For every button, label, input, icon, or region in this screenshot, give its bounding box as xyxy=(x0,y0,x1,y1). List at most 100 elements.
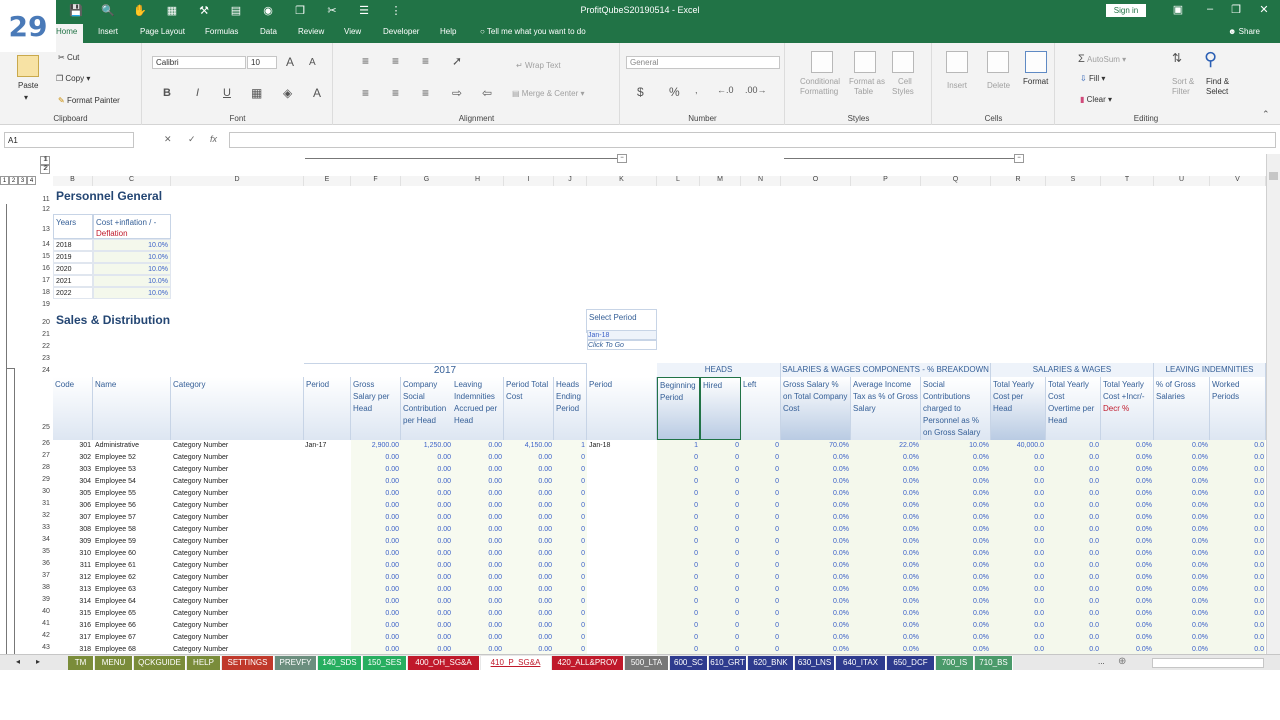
sheet-tab[interactable]: 400_OH_SG&A xyxy=(408,656,480,670)
insert-function-button[interactable]: fx xyxy=(210,134,217,144)
leaving-cell[interactable]: 0.00 xyxy=(452,608,504,620)
social-pct-cell[interactable]: 0.0% xyxy=(921,548,991,560)
code-cell[interactable]: 301 xyxy=(53,440,93,452)
left-cell[interactable]: 0 xyxy=(741,620,781,632)
worked-cell[interactable]: 0.0 xyxy=(1210,452,1266,464)
beginning-cell[interactable]: 0 xyxy=(657,632,700,644)
beginning-cell[interactable]: 0 xyxy=(657,596,700,608)
incr-cell[interactable]: 0.0% xyxy=(1101,512,1154,524)
format-as-table-icon[interactable] xyxy=(854,51,876,73)
left-cell[interactable]: 0 xyxy=(741,488,781,500)
find-label[interactable]: Find & xyxy=(1206,77,1229,86)
category-cell[interactable]: Category Number xyxy=(173,584,303,596)
format-button[interactable]: Format xyxy=(1023,77,1048,86)
hired-cell[interactable]: 0 xyxy=(700,584,741,596)
leaving-cell[interactable]: 0.00 xyxy=(452,584,504,596)
social-cell[interactable]: 0.00 xyxy=(401,452,453,464)
paste-dropdown-icon[interactable]: ▾ xyxy=(24,93,28,102)
worked-cell[interactable]: 0.0 xyxy=(1210,536,1266,548)
row-number[interactable]: 27 xyxy=(39,452,53,459)
beginning-cell[interactable]: 0 xyxy=(657,584,700,596)
gross-pct-cell[interactable]: 0.0% xyxy=(781,512,851,524)
indent-icon[interactable]: ⇨ xyxy=(452,86,462,100)
sign-in-button[interactable]: Sign in xyxy=(1106,4,1146,17)
column-header[interactable]: E xyxy=(304,176,351,186)
delete-cells-icon[interactable] xyxy=(987,51,1009,73)
social-cell[interactable]: 0.00 xyxy=(401,548,453,560)
yearly-cell[interactable]: 0.0 xyxy=(991,476,1046,488)
code-cell[interactable]: 304 xyxy=(53,476,93,488)
total-cell[interactable]: 0.00 xyxy=(504,464,554,476)
tab-page-layout[interactable]: Page Layout xyxy=(140,27,185,36)
column-header[interactable]: B xyxy=(53,176,93,186)
hired-cell[interactable]: 0 xyxy=(700,644,741,654)
beginning-cell[interactable]: 0 xyxy=(657,500,700,512)
incr-cell[interactable]: 0.0% xyxy=(1101,536,1154,548)
code-cell[interactable]: 312 xyxy=(53,572,93,584)
social-pct-cell[interactable]: 0.0% xyxy=(921,488,991,500)
sheet-tab[interactable]: 700_IS xyxy=(936,656,974,670)
gross-cell[interactable]: 0.00 xyxy=(351,464,401,476)
left-cell[interactable]: 0 xyxy=(741,572,781,584)
row-number[interactable]: 1 xyxy=(39,156,53,163)
gross-cell[interactable]: 0.00 xyxy=(351,524,401,536)
leaving-cell[interactable]: 0.00 xyxy=(452,512,504,524)
category-cell[interactable]: Category Number xyxy=(173,536,303,548)
name-cell[interactable]: Employee 65 xyxy=(95,608,171,620)
format-painter-button[interactable]: ✎ Format Painter xyxy=(58,96,120,105)
code-cell[interactable]: 303 xyxy=(53,464,93,476)
add-sheet-icon[interactable]: ⊕ xyxy=(1118,656,1126,667)
orientation-icon[interactable]: ➚ xyxy=(452,54,462,68)
category-cell[interactable]: Category Number xyxy=(173,524,303,536)
avg-tax-cell[interactable]: 0.0% xyxy=(851,632,921,644)
gross-cell[interactable]: 0.00 xyxy=(351,536,401,548)
total-cell[interactable]: 0.00 xyxy=(504,488,554,500)
pct-gross-cell[interactable]: 0.0% xyxy=(1154,536,1210,548)
beginning-cell[interactable]: 0 xyxy=(657,536,700,548)
pct-gross-cell[interactable]: 0.0% xyxy=(1154,452,1210,464)
heads-end-cell[interactable]: 0 xyxy=(554,452,587,464)
total-cell[interactable]: 0.00 xyxy=(504,608,554,620)
column-header[interactable]: K xyxy=(587,176,657,186)
social-cell[interactable]: 0.00 xyxy=(401,500,453,512)
leaving-cell[interactable]: 0.00 xyxy=(452,452,504,464)
worked-cell[interactable]: 0.0 xyxy=(1210,488,1266,500)
beginning-cell[interactable]: 0 xyxy=(657,452,700,464)
avg-tax-cell[interactable]: 0.0% xyxy=(851,476,921,488)
fill-color-icon[interactable]: ◈ xyxy=(283,86,292,100)
click-to-go-button[interactable]: Click To Go xyxy=(587,340,657,350)
overtime-cell[interactable]: 0.0 xyxy=(1046,488,1101,500)
beginning-cell[interactable]: 0 xyxy=(657,524,700,536)
pct-gross-cell[interactable]: 0.0% xyxy=(1154,572,1210,584)
social-pct-cell[interactable]: 0.0% xyxy=(921,452,991,464)
merge-center-button[interactable]: ▤ Merge & Center ▾ xyxy=(512,89,585,98)
social-pct-cell[interactable]: 0.0% xyxy=(921,632,991,644)
category-cell[interactable]: Category Number xyxy=(173,500,303,512)
name-cell[interactable]: Employee 52 xyxy=(95,452,171,464)
level-4-button[interactable]: 4 xyxy=(27,176,36,185)
row-number[interactable]: 33 xyxy=(39,524,53,531)
heads-end-cell[interactable]: 1 xyxy=(554,440,587,452)
tab-help[interactable]: Help xyxy=(440,27,456,36)
column-header[interactable]: V xyxy=(1210,176,1266,186)
gross-cell[interactable]: 0.00 xyxy=(351,584,401,596)
sheet-tab[interactable]: QCKGUIDE xyxy=(134,656,186,670)
incr-cell[interactable]: 0.0% xyxy=(1101,500,1154,512)
yearly-cell[interactable]: 0.0 xyxy=(991,620,1046,632)
worked-cell[interactable]: 0.0 xyxy=(1210,476,1266,488)
row-number[interactable]: 18 xyxy=(39,289,53,296)
avg-tax-cell[interactable]: 0.0% xyxy=(851,524,921,536)
filter-label[interactable]: Filter xyxy=(1172,87,1190,96)
category-cell[interactable]: Category Number xyxy=(173,644,303,654)
sort-filter-icon[interactable]: ⇅ xyxy=(1172,51,1182,65)
hired-cell[interactable]: 0 xyxy=(700,500,741,512)
column-header[interactable]: I xyxy=(504,176,554,186)
avg-tax-cell[interactable]: 0.0% xyxy=(851,620,921,632)
column-header[interactable]: T xyxy=(1101,176,1154,186)
row-number[interactable]: 12 xyxy=(39,206,53,213)
percent-button[interactable]: % xyxy=(669,85,680,99)
row-number[interactable]: 37 xyxy=(39,572,53,579)
sort-label[interactable]: Sort & xyxy=(1172,77,1194,86)
align-top-icon[interactable]: ≡ xyxy=(362,54,369,68)
heads-end-cell[interactable]: 0 xyxy=(554,620,587,632)
